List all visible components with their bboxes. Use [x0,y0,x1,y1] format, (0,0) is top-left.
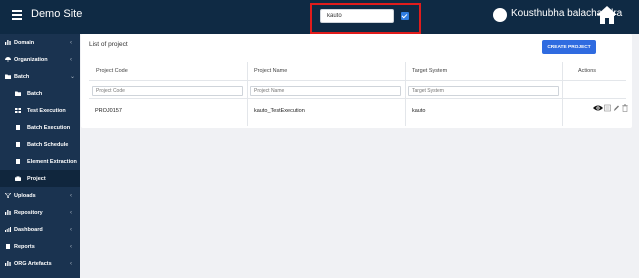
sidebar-item-label: Uploads [14,192,36,199]
sidebar-item-reports[interactable]: Reports ‹ [0,238,80,255]
sidebar-item-label: Batch [14,73,30,80]
sidebar-item-batch-execution[interactable]: Batch Execution [0,119,80,136]
chevron-left-icon: ‹ [70,39,72,46]
briefcase-icon [15,176,21,181]
bar-chart-icon [5,210,11,215]
bar-chart-icon [5,261,11,266]
document-icon [15,142,21,147]
sidebar: Domain ‹ Organization ‹ Batch ⌄ Batch Te… [0,34,80,278]
column-header-project-name[interactable]: Project Name [254,68,287,74]
sidebar-item-element-extraction[interactable]: Element Extraction [0,153,80,170]
sidebar-item-label: Organization [14,56,48,63]
column-divider [247,62,248,126]
sidebar-item-label: Domain [14,39,35,46]
chevron-left-icon: ‹ [70,243,72,250]
sidebar-item-dashboard[interactable]: Dashboard ‹ [0,221,80,238]
sidebar-item-org-artefacts[interactable]: ORG Artefacts ‹ [0,255,80,272]
document-icon [15,125,21,130]
sidebar-item-label: Test Execution [27,107,66,114]
cell-target-system: kauto [412,108,426,114]
filter-target-system-input[interactable] [408,86,559,96]
header-divider [89,80,626,81]
sidebar-item-test-execution[interactable]: Test Execution [0,102,80,119]
sidebar-item-label: Batch [27,90,43,97]
sidebar-item-label: Batch Schedule [27,141,69,148]
pencil-icon[interactable] [613,104,620,112]
sidebar-item-label: Batch Execution [27,124,71,131]
project-list-card: List of project CREATE PROJECT Project C… [81,34,632,128]
folder-icon [5,74,11,79]
chevron-left-icon: ‹ [70,56,72,63]
column-header-project-code[interactable]: Project Code [96,68,128,74]
filter-divider [89,98,626,99]
document-icon [5,244,11,249]
home-icon[interactable] [596,5,618,25]
chevron-down-icon: ⌄ [70,74,76,80]
list-icon[interactable] [604,104,611,112]
umbrella-icon [5,57,11,62]
sidebar-item-label: Reports [14,243,35,250]
bar-chart-icon [5,40,11,45]
sidebar-item-label: Dashboard [14,226,43,233]
cell-project-code: PROJ0157 [95,108,122,114]
sidebar-item-batch-group[interactable]: Batch ⌄ [0,68,80,85]
sidebar-item-label: Element Extraction [27,158,77,165]
column-divider [405,62,406,126]
search-checkbox[interactable] [401,12,409,20]
create-project-button[interactable]: CREATE PROJECT [542,40,596,54]
grid-icon [15,108,21,113]
folder-icon [15,91,21,96]
top-bar: Demo Site Kousthubha balachandra [0,0,639,34]
sidebar-item-organization[interactable]: Organization ‹ [0,51,80,68]
app-title: Demo Site [31,8,83,20]
document-icon [15,159,21,164]
search-input[interactable] [320,9,394,23]
cell-project-name: kauto_TestExecution [254,108,305,114]
sidebar-item-uploads[interactable]: Uploads ‹ [0,187,80,204]
avatar[interactable] [493,8,507,22]
eye-icon[interactable] [593,104,603,112]
filter-project-code-input[interactable] [92,86,243,96]
sidebar-item-batch[interactable]: Batch [0,85,80,102]
sidebar-item-project[interactable]: Project [0,170,80,187]
column-header-target-system[interactable]: Target System [412,68,447,74]
column-header-actions: Actions [578,68,597,74]
sidebar-item-label: Project [27,175,46,182]
chevron-left-icon: ‹ [70,209,72,216]
hamburger-menu-icon[interactable] [12,10,22,20]
filter-project-name-input[interactable] [250,86,401,96]
trash-icon[interactable] [622,104,628,112]
sidebar-item-label: ORG Artefacts [14,260,52,267]
chevron-left-icon: ‹ [70,260,72,267]
line-chart-icon [5,227,11,232]
chevron-left-icon: ‹ [70,226,72,233]
sidebar-item-repository[interactable]: Repository ‹ [0,204,80,221]
page-title: List of project [89,41,128,48]
column-divider [562,62,563,126]
chevron-left-icon: ‹ [70,192,72,199]
sidebar-item-label: Repository [14,209,43,216]
filter-icon [5,193,11,198]
sidebar-item-domain[interactable]: Domain ‹ [0,34,80,51]
sidebar-item-batch-schedule[interactable]: Batch Schedule [0,136,80,153]
